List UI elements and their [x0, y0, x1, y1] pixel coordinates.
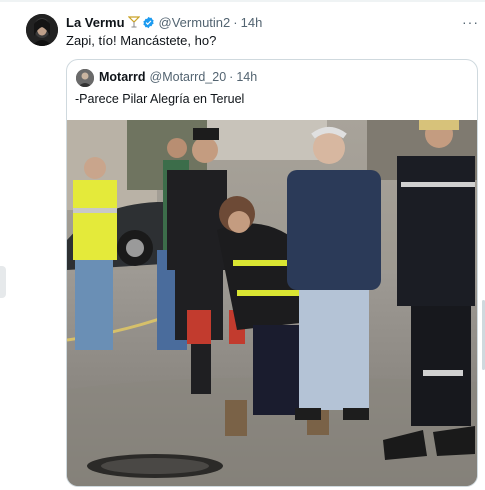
quoted-tweet-text: -Parece Pilar Alegría en Teruel — [75, 92, 245, 106]
quoted-tweet[interactable]: Motarrd @Motarrd_20 · 14h -Parece Pilar … — [66, 59, 478, 487]
more-options-icon[interactable]: ··· — [462, 14, 479, 30]
quoted-tweet-time: 14h — [236, 70, 258, 84]
top-border — [0, 0, 485, 2]
author-name[interactable]: La Vermu — [66, 15, 125, 30]
quoted-author-handle: @Motarrd_20 — [149, 70, 227, 84]
tweet-text: Zapi, tío! Mancástete, ho? — [66, 33, 217, 48]
quoted-author-name: Motarrd — [99, 70, 146, 84]
separator-dot: · — [233, 14, 238, 30]
quoted-tweet-header: Motarrd @Motarrd_20 · 14h — [99, 70, 257, 84]
quoted-author-avatar[interactable] — [76, 69, 94, 87]
tweet-header: La Vermu @Vermutin2 · 14h — [66, 14, 262, 30]
tweet-photo[interactable] — [67, 120, 477, 486]
author-handle[interactable]: @Vermutin2 — [159, 15, 231, 30]
separator-dot: · — [229, 70, 234, 84]
side-panel-tab[interactable] — [0, 266, 6, 298]
tweet-time[interactable]: 14h — [241, 15, 263, 30]
cocktail-glass-icon — [127, 16, 140, 28]
author-avatar[interactable] — [26, 14, 58, 46]
verified-badge-icon — [142, 16, 155, 29]
